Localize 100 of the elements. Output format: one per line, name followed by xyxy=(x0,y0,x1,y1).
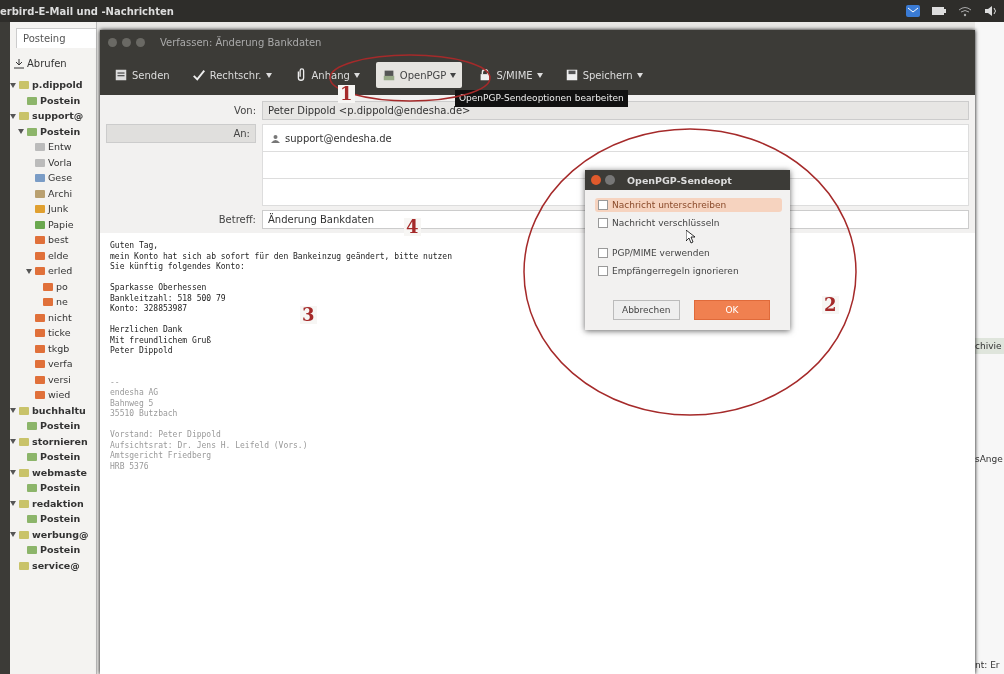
signature-line: Amtsgericht Friedberg xyxy=(110,451,212,462)
folder-item[interactable]: Vorla xyxy=(10,154,96,170)
checkmark-icon xyxy=(191,68,206,82)
annotation-number: 4 xyxy=(404,218,421,236)
to-field[interactable]: support@endesha.de xyxy=(262,124,969,152)
annotation-number: 3 xyxy=(300,306,317,324)
caret-icon[interactable] xyxy=(636,72,643,78)
folder-item[interactable]: Archi xyxy=(10,185,96,201)
folder-item[interactable]: Papie xyxy=(10,216,96,232)
cancel-button[interactable]: Abbrechen xyxy=(613,300,680,320)
folder-item[interactable]: versi xyxy=(10,371,96,387)
text-fragment: sAnge xyxy=(975,454,1004,464)
tab[interactable]: Posteing xyxy=(16,28,96,48)
from-label: Von: xyxy=(233,105,256,116)
battery-icon[interactable] xyxy=(932,5,946,17)
body-line: Sie künftig folgendes Konto: xyxy=(110,262,245,273)
folder-item[interactable]: ticke xyxy=(10,325,96,341)
folder-item[interactable]: Postein xyxy=(10,511,96,527)
body-line: mein Konto hat sich ab sofort für den Bankeinzug geändert, bitte nutzen xyxy=(110,251,452,262)
folder-item[interactable]: ne xyxy=(10,294,96,310)
expand-arrow-icon[interactable] xyxy=(10,407,16,414)
folder-item[interactable]: Postein xyxy=(10,123,96,139)
recipient-type-dropdown[interactable]: An: xyxy=(106,124,256,143)
folder-item[interactable]: werbung@ xyxy=(10,526,96,542)
toolbar-button[interactable]: Rechtschr. xyxy=(185,62,278,88)
caret-icon[interactable] xyxy=(265,72,272,78)
folder-item[interactable]: buchhaltu xyxy=(10,402,96,418)
minimize-icon[interactable] xyxy=(605,175,615,185)
folder-item[interactable]: best xyxy=(10,232,96,248)
toolbar-button[interactable]: OpenPGP xyxy=(375,62,463,88)
folder-item[interactable]: stornieren xyxy=(10,433,96,449)
signature-line: endesha AG xyxy=(110,388,159,399)
signature-line: Aufsichtsrat: Dr. Jens H. Leifeld (Vors.) xyxy=(110,440,308,451)
folder-item[interactable]: Postein xyxy=(10,542,96,558)
folder-item[interactable]: tkgb xyxy=(10,340,96,356)
body-line: Bankleitzahl: 518 500 79 xyxy=(110,293,226,304)
folder-item[interactable]: Entw xyxy=(10,139,96,155)
body-line: Konto: 328853987 xyxy=(110,304,188,315)
expand-arrow-icon[interactable] xyxy=(10,531,16,538)
download-icon xyxy=(14,58,24,69)
folder-item[interactable]: service@ xyxy=(10,557,96,573)
person-icon xyxy=(271,133,280,143)
folder-item[interactable]: po xyxy=(10,278,96,294)
tooltip: OpenPGP-Sendeoptionen bearbeiten xyxy=(455,90,628,107)
expand-arrow-icon[interactable] xyxy=(10,81,16,88)
folder-item[interactable]: verfa xyxy=(10,356,96,372)
document-icon xyxy=(114,68,128,82)
compose-title: Verfassen: Änderung Bankdaten xyxy=(160,37,322,48)
annotation-number: 2 xyxy=(822,296,839,314)
body-line: Herzlichen Dank xyxy=(110,325,183,336)
folder-label: chivie xyxy=(975,338,1004,354)
expand-arrow-icon[interactable] xyxy=(10,469,16,476)
cursor-icon xyxy=(686,230,696,244)
toolbar-button[interactable]: Speichern xyxy=(558,62,649,88)
folder-item[interactable]: p.dippold xyxy=(10,77,96,93)
signature-line: 35510 Butzbach xyxy=(110,409,178,420)
dialog-title: OpenPGP-Sendeopt xyxy=(627,174,732,186)
computer-icon xyxy=(381,68,396,82)
mail-icon[interactable] xyxy=(906,5,920,17)
expand-arrow-icon[interactable] xyxy=(26,267,32,274)
fetch-button[interactable]: Abrufen xyxy=(14,58,67,69)
wifi-icon[interactable] xyxy=(958,5,972,17)
option-checkbox[interactable]: Nachricht unterschreiben xyxy=(595,198,782,212)
option-checkbox[interactable]: Nachricht verschlüsseln xyxy=(595,216,782,230)
folder-item[interactable]: elde xyxy=(10,247,96,263)
signature-line: Bahnweg 5 xyxy=(110,398,154,409)
folder-item[interactable]: webmaste xyxy=(10,464,96,480)
folder-item[interactable]: Postein xyxy=(10,449,96,465)
subject-label: Betreff: xyxy=(217,214,256,225)
caret-icon[interactable] xyxy=(450,72,457,78)
expand-arrow-icon[interactable] xyxy=(18,128,24,135)
folder-item[interactable]: Postein xyxy=(10,418,96,434)
expand-arrow-icon[interactable] xyxy=(10,438,16,445)
toolbar-button[interactable]: Senden xyxy=(108,62,176,88)
window-title: erbird-E-Mail und -Nachrichten xyxy=(0,5,174,17)
expand-arrow-icon[interactable] xyxy=(10,112,16,119)
folder-item[interactable]: Gese xyxy=(10,170,96,186)
folder-item[interactable]: wied xyxy=(10,387,96,403)
expand-arrow-icon[interactable] xyxy=(10,500,16,507)
volume-icon[interactable] xyxy=(984,5,998,17)
close-icon[interactable] xyxy=(591,175,601,185)
signature-line: -- xyxy=(110,377,120,388)
caret-icon[interactable] xyxy=(536,72,543,78)
folder-item[interactable]: Postein xyxy=(10,92,96,108)
option-checkbox[interactable]: Empfängerregeln ignorieren xyxy=(595,264,782,278)
annotation-number: 1 xyxy=(338,85,355,103)
folder-item[interactable]: Postein xyxy=(10,480,96,496)
folder-item[interactable]: Junk xyxy=(10,201,96,217)
signature-line: Vorstand: Peter Dippold xyxy=(110,430,221,441)
body-line: Sparkasse Oberhessen xyxy=(110,283,207,294)
body-line: Guten Tag, xyxy=(110,241,159,252)
folder-item[interactable]: support@ xyxy=(10,108,96,124)
option-checkbox[interactable]: PGP/MIME verwenden xyxy=(595,246,782,260)
caret-icon[interactable] xyxy=(353,72,360,78)
status-text: nt: Er xyxy=(975,660,1001,670)
folder-item[interactable]: nicht xyxy=(10,309,96,325)
folder-item[interactable]: redaktion xyxy=(10,495,96,511)
folder-item[interactable]: erled xyxy=(10,263,96,279)
toolbar-button[interactable]: S/MIME xyxy=(472,62,549,88)
body-line: Peter Dippold xyxy=(110,346,173,357)
